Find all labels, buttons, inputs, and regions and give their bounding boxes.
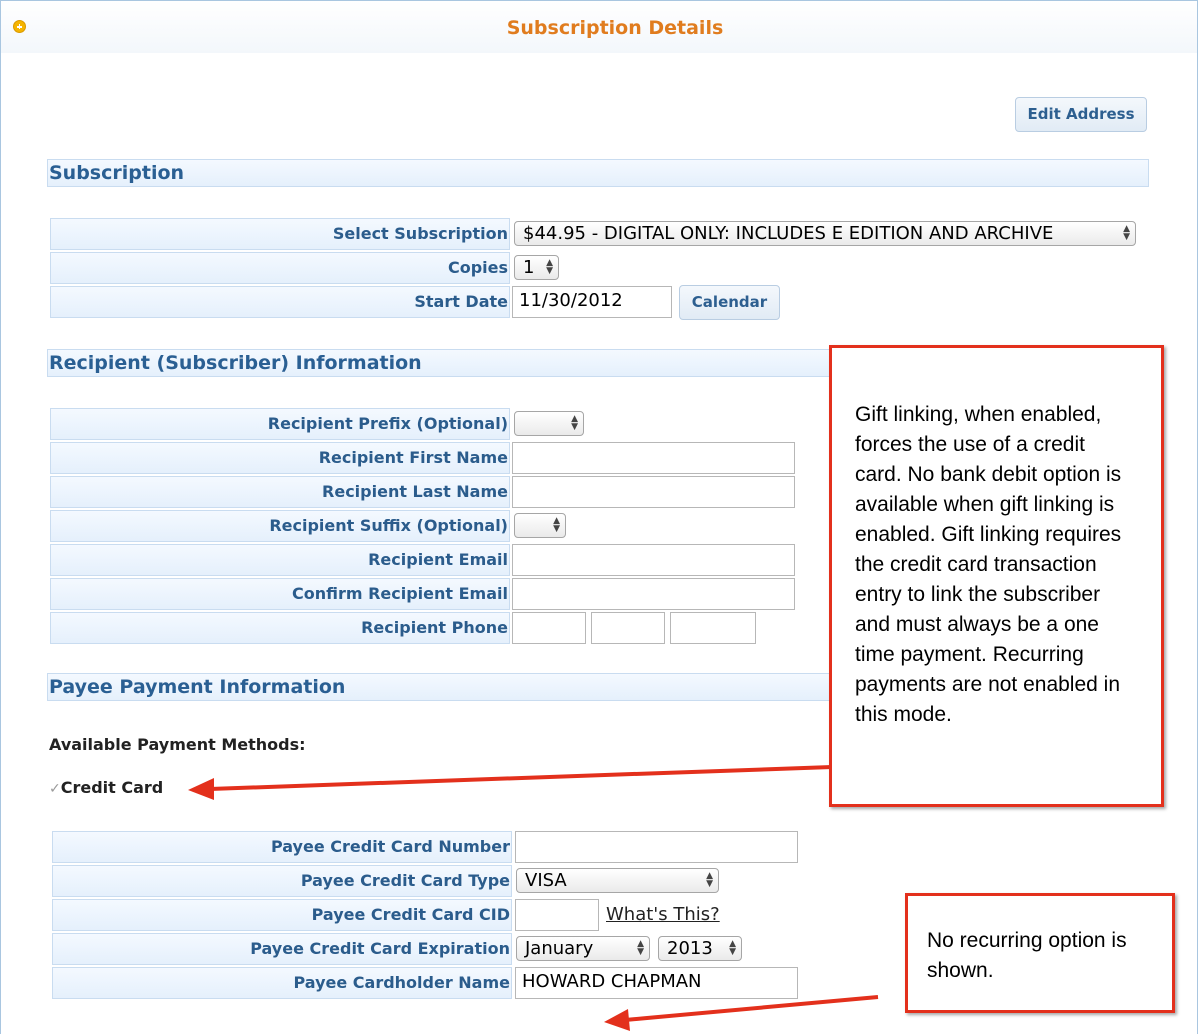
annotation-text: Gift linking, when enabled, forces the u… bbox=[855, 403, 1122, 726]
arrow-line-recurring bbox=[624, 995, 879, 1022]
arrow-line-gift bbox=[209, 765, 833, 791]
arrow-head-gift bbox=[188, 778, 214, 800]
gift-linking-annotation: Gift linking, when enabled, forces the u… bbox=[829, 345, 1164, 807]
annotation-text: No recurring option is shown. bbox=[927, 929, 1127, 982]
recurring-annotation: No recurring option is shown. bbox=[905, 893, 1175, 1013]
arrow-head-recurring bbox=[604, 1009, 630, 1031]
